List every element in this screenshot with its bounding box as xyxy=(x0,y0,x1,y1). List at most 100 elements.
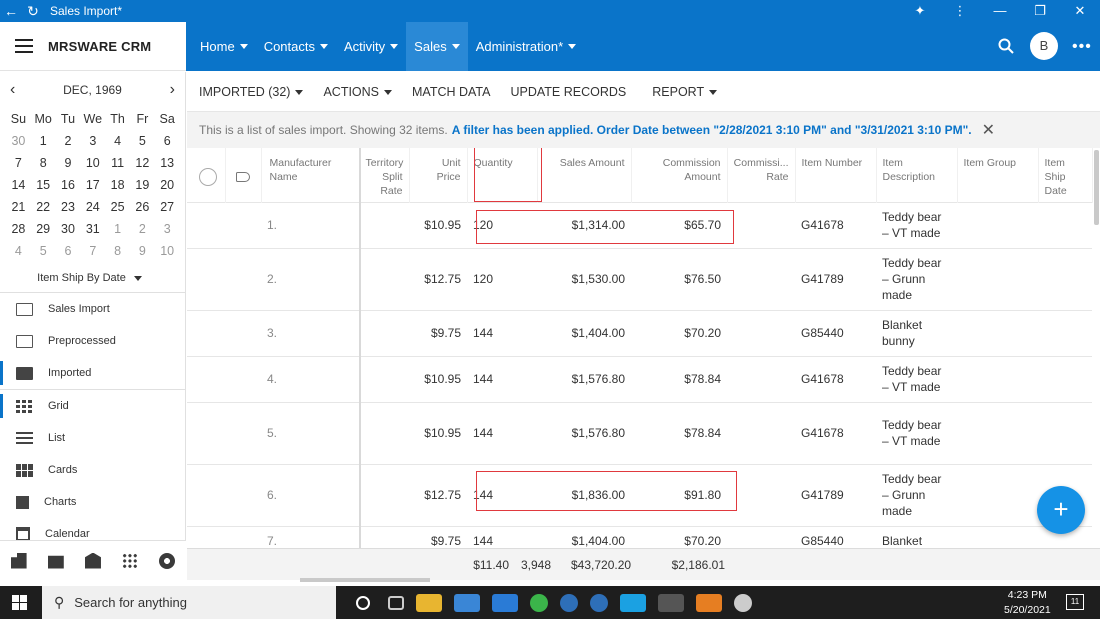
item-number-cell[interactable]: G85440 xyxy=(795,309,876,356)
file-explorer-icon[interactable] xyxy=(416,593,442,612)
calendar-day[interactable]: 5 xyxy=(31,240,56,262)
row-tag-cell[interactable] xyxy=(225,401,261,464)
commission-rate-cell[interactable] xyxy=(727,355,795,402)
row-number[interactable]: 4. xyxy=(261,355,359,402)
item-number-cell[interactable]: G41789 xyxy=(795,463,876,526)
update-records-button[interactable]: UPDATE RECORDS xyxy=(498,85,634,99)
calendar-day[interactable]: 2 xyxy=(56,130,81,152)
calendar-day[interactable]: 6 xyxy=(155,130,180,152)
restore-icon[interactable]: ❐ xyxy=(1020,3,1060,19)
chevron-left-icon[interactable]: ‹ xyxy=(10,81,15,99)
item-ship-by-date-dropdown[interactable]: Item Ship By Date xyxy=(0,272,185,284)
tag-column-header[interactable] xyxy=(225,148,262,202)
quantity-cell[interactable]: 144 xyxy=(467,355,537,402)
calendar-day[interactable]: 7 xyxy=(80,240,105,262)
horizontal-scrollbar[interactable] xyxy=(300,578,430,582)
calendar-day[interactable]: 25 xyxy=(105,196,130,218)
actions-dropdown[interactable]: ACTIONS xyxy=(311,85,400,99)
item-group-cell[interactable] xyxy=(957,201,1038,248)
commission-amount-cell[interactable]: $65.70 xyxy=(631,201,727,248)
table-row[interactable]: 1. $10.95 120 $1,314.00 $65.70 G41678 Teddy be… xyxy=(187,201,1092,248)
calendar-day[interactable]: 9 xyxy=(130,240,155,262)
calendar-day[interactable]: 26 xyxy=(130,196,155,218)
table-row[interactable]: 4. $10.95 144 $1,576.80 $78.84 G41678 Teddy be… xyxy=(187,355,1092,402)
vertical-scrollbar[interactable] xyxy=(1094,150,1099,225)
item-ship-date-cell[interactable] xyxy=(1038,355,1092,402)
notification-center-icon[interactable]: 11 xyxy=(1066,594,1084,610)
row-select-cell[interactable] xyxy=(187,201,225,248)
minimize-icon[interactable]: — xyxy=(980,3,1020,19)
item-ship-date-cell[interactable] xyxy=(1038,309,1092,356)
table-row[interactable]: 3. $9.75 144 $1,404.00 $70.20 G85440 Blanket b… xyxy=(187,309,1092,356)
windows-start-icon[interactable] xyxy=(12,595,27,610)
avatar[interactable]: B xyxy=(1030,32,1058,60)
col-commission-rate[interactable]: Commissi... Rate xyxy=(727,148,796,202)
table-row[interactable]: 6. $12.75 144 $1,836.00 $91.80 G41789 Teddy be… xyxy=(187,463,1092,526)
row-number[interactable]: 5. xyxy=(261,401,359,464)
item-ship-date-cell[interactable] xyxy=(1038,247,1092,310)
calendar-day[interactable]: 28 xyxy=(6,218,31,240)
unit-price-cell[interactable]: $10.95 xyxy=(409,355,467,402)
back-arrow-icon[interactable]: ← xyxy=(0,3,22,19)
calendar-day[interactable]: 12 xyxy=(130,152,155,174)
calendar-day[interactable]: 29 xyxy=(31,218,56,240)
territory-split-rate-cell[interactable] xyxy=(359,463,409,526)
row-select-cell[interactable] xyxy=(187,355,225,402)
unit-price-cell[interactable]: $10.95 xyxy=(409,401,467,464)
calendar-day[interactable]: 14 xyxy=(6,174,31,196)
territory-split-rate-cell[interactable] xyxy=(359,355,409,402)
col-commission-amount[interactable]: Commission Amount xyxy=(631,148,728,202)
item-ship-date-cell[interactable] xyxy=(1038,201,1092,248)
territory-split-rate-cell[interactable] xyxy=(359,247,409,310)
row-select-cell[interactable] xyxy=(187,463,225,526)
col-territory-split-rate[interactable]: Territory Split Rate xyxy=(359,148,410,202)
sales-amount-cell[interactable]: $1,576.80 xyxy=(537,401,631,464)
calendar-day[interactable]: 7 xyxy=(6,152,31,174)
taskbar-search-box[interactable]: ⚲ Search for anything xyxy=(42,586,336,619)
item-number-cell[interactable]: G41678 xyxy=(795,355,876,402)
row-tag-cell[interactable] xyxy=(225,463,261,526)
sidebar-item-sales-import[interactable]: Sales Import xyxy=(0,293,185,325)
row-tag-cell[interactable] xyxy=(225,247,261,310)
calendar-day[interactable]: 27 xyxy=(155,196,180,218)
circle-checkbox-icon[interactable] xyxy=(199,167,217,186)
unit-price-cell[interactable]: $10.95 xyxy=(409,201,467,248)
commission-amount-cell[interactable]: $70.20 xyxy=(631,309,727,356)
sales-amount-cell[interactable]: $1,530.00 xyxy=(537,247,631,310)
item-group-cell[interactable] xyxy=(957,247,1038,310)
unit-price-cell[interactable]: $9.75 xyxy=(409,309,467,356)
row-select-cell[interactable] xyxy=(187,401,225,464)
calendar-day[interactable]: 1 xyxy=(31,130,56,152)
commission-amount-cell[interactable]: $78.84 xyxy=(631,355,727,402)
chrome-icon[interactable] xyxy=(530,593,548,612)
row-select-cell[interactable] xyxy=(187,309,225,356)
item-number-cell[interactable]: G41678 xyxy=(795,201,876,248)
calendar-day[interactable]: 10 xyxy=(80,152,105,174)
settings-gear-icon[interactable] xyxy=(159,552,176,569)
row-number[interactable]: 3. xyxy=(261,309,359,356)
calendar-day[interactable]: 11 xyxy=(105,152,130,174)
sales-amount-cell[interactable]: $1,836.00 xyxy=(537,463,631,526)
sidebar-item-imported[interactable]: Imported xyxy=(0,357,185,389)
cortana-icon[interactable] xyxy=(356,595,370,610)
commission-rate-cell[interactable] xyxy=(727,247,795,310)
sidebar-item-list[interactable]: List xyxy=(0,422,185,454)
item-description-cell[interactable]: Teddy bear – VT made xyxy=(876,401,957,464)
mail-icon[interactable] xyxy=(492,593,518,612)
bank-icon[interactable] xyxy=(84,552,101,569)
quantity-cell[interactable]: 144 xyxy=(467,401,537,464)
add-record-button[interactable]: + xyxy=(1037,486,1085,534)
unit-price-cell[interactable]: $12.75 xyxy=(409,463,467,526)
item-description-cell[interactable]: Teddy bear – Grunn made xyxy=(876,247,957,310)
unit-price-cell[interactable]: $12.75 xyxy=(409,247,467,310)
item-description-cell[interactable]: Teddy bear – VT made xyxy=(876,355,957,402)
col-quantity[interactable]: Quantity xyxy=(467,148,538,202)
quantity-cell[interactable]: 120 xyxy=(467,247,537,310)
nav-home[interactable]: Home xyxy=(192,22,256,71)
item-group-cell[interactable] xyxy=(957,309,1038,356)
commission-rate-cell[interactable] xyxy=(727,201,795,248)
calendar-day[interactable]: 15 xyxy=(31,174,56,196)
calendar-day[interactable]: 9 xyxy=(56,152,81,174)
item-group-cell[interactable] xyxy=(957,401,1038,464)
nav-contacts[interactable]: Contacts xyxy=(256,22,336,71)
